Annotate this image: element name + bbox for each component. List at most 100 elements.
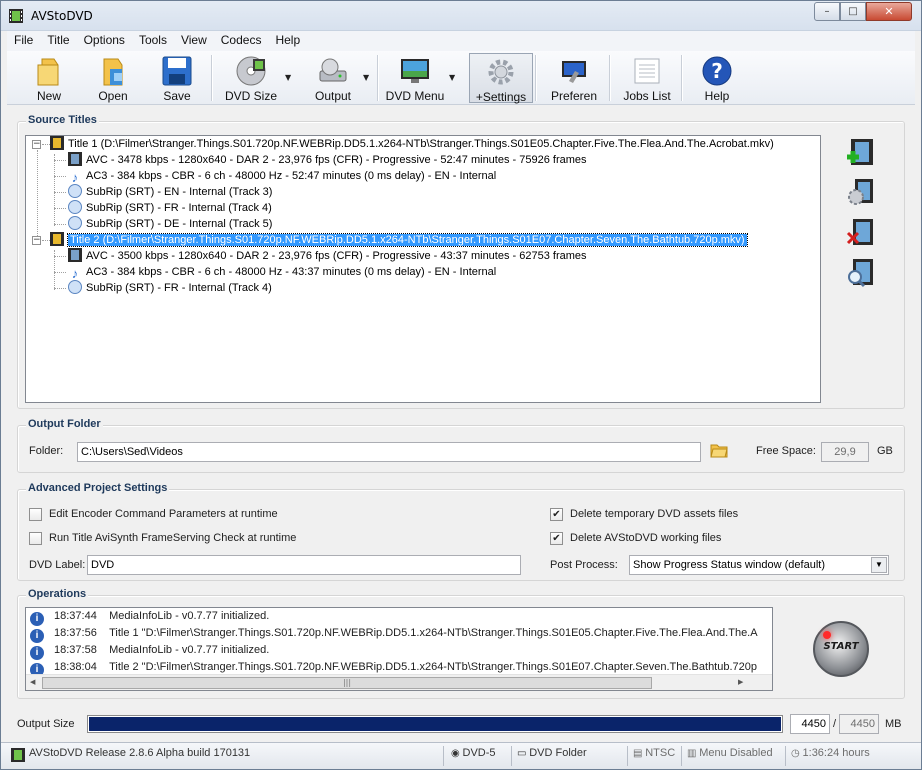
tree-item-title2[interactable]: Title 2 (D:\Filmer\Stranger.Things.S01.7… [50, 232, 748, 248]
scroll-thumb[interactable]: ||| [42, 677, 652, 689]
app-film-icon [11, 748, 25, 762]
dvd-size-dropdown-icon[interactable]: ▼ [285, 73, 291, 82]
operations-log[interactable]: i 18:37:44 MediaInfoLib - v0.7.77 initial… [25, 607, 773, 691]
toolbar-separator [211, 55, 212, 101]
toolbar-separator [377, 55, 378, 101]
tree-item-audio-track[interactable]: ♪ AC3 - 384 kbps - CBR - 6 ch - 48000 Hz … [68, 264, 496, 281]
output-size-label: Output Size [17, 718, 75, 730]
start-label: START [823, 641, 859, 652]
new-button[interactable]: New [27, 53, 71, 103]
menu-icon: ▥ [687, 748, 700, 759]
output-size-value: 4450 [790, 714, 830, 734]
video-track-icon [68, 248, 82, 262]
output-size-bar-fill [89, 717, 781, 731]
music-note-icon: ♪ [71, 266, 79, 281]
edit-encoder-checkbox[interactable] [29, 508, 42, 521]
dvd-size-button[interactable]: DVD Size [219, 53, 283, 103]
tree-item-subtitle-track[interactable]: SubRip (SRT) - FR - Internal (Track 4) [68, 200, 272, 216]
close-button[interactable]: ✕ [866, 2, 912, 21]
dvd-type-icon: ◉ [451, 748, 463, 759]
chevron-down-icon[interactable]: ▼ [871, 557, 887, 573]
toolbar: New Open Save DVD Size ▼ Output ▼ DVD Me… [7, 51, 915, 105]
gear-icon [488, 59, 514, 85]
subtitle-icon [68, 200, 82, 214]
duration-status: ◷ 1:36:24 hours [791, 747, 870, 759]
add-title-icon[interactable] [845, 137, 877, 169]
preferences-button[interactable]: Preferen [541, 53, 607, 103]
release-text: AVStoDVD Release 2.8.6 Alpha build 17013… [29, 747, 251, 759]
start-indicator-icon [823, 631, 831, 639]
menu-tools[interactable]: Tools [132, 31, 174, 49]
output-dropdown-icon[interactable]: ▼ [363, 73, 369, 82]
tv-icon: ▤ [633, 748, 646, 759]
tree-item-video-track[interactable]: AVC - 3478 kbps - 1280x640 - DAR 2 - 23,… [68, 152, 587, 168]
menu-help[interactable]: Help [268, 31, 307, 49]
menu-title[interactable]: Title [40, 31, 76, 49]
help-icon: ? [702, 56, 732, 86]
output-folder-heading: Output Folder [26, 418, 103, 430]
output-button[interactable]: Output [303, 53, 363, 103]
title-settings-gear-icon[interactable] [845, 177, 877, 209]
menu-options[interactable]: Options [77, 31, 132, 49]
output-folder-field[interactable]: C:\Users\Sed\Videos [77, 442, 701, 462]
dvd-folder-status: ▭ DVD Folder [517, 747, 587, 759]
preview-title-magnifier-icon[interactable] [845, 257, 877, 289]
folder-label: Folder: [29, 445, 64, 457]
film-icon [50, 232, 64, 246]
delete-working-checkbox[interactable]: ✔ [550, 532, 563, 545]
open-button[interactable]: Open [91, 53, 135, 103]
tree-item-audio-track[interactable]: ♪ AC3 - 384 kbps - CBR - 6 ch - 48000 Hz … [68, 168, 496, 185]
tree-item-video-track[interactable]: AVC - 3500 kbps - 1280x640 - DAR 2 - 23,… [68, 248, 587, 264]
remove-title-icon[interactable] [845, 217, 877, 249]
tree-item-subtitle-track[interactable]: SubRip (SRT) - EN - Internal (Track 3) [68, 184, 272, 200]
minimize-button[interactable]: – [814, 2, 840, 21]
info-icon: i [30, 646, 44, 660]
help-button[interactable]: ? Help [693, 53, 741, 103]
subtitle-icon [68, 216, 82, 230]
menu-bar: File Title Options Tools View Codecs Help [7, 31, 915, 51]
log-horizontal-scrollbar[interactable]: ◀ ||| ▶ [26, 674, 772, 690]
output-size-bar [87, 715, 783, 733]
title-bar[interactable]: AVStoDVD – □ ✕ [1, 1, 921, 31]
status-bar: AVStoDVD Release 2.8.6 Alpha build 17013… [1, 742, 921, 769]
video-track-icon [68, 152, 82, 166]
settings-button[interactable]: +Settings [469, 53, 533, 104]
music-note-icon: ♪ [71, 170, 79, 185]
dvd-label-field[interactable]: DVD [87, 555, 521, 575]
dvd-disc-icon [236, 56, 266, 86]
delete-temp-checkbox[interactable]: ✔ [550, 508, 563, 521]
subtitle-icon [68, 280, 82, 294]
start-button[interactable]: START [813, 621, 869, 677]
menu-view[interactable]: View [174, 31, 214, 49]
save-button[interactable]: Save [155, 53, 199, 103]
post-process-select[interactable]: Show Progress Status window (default) ▼ [629, 555, 889, 575]
tree-item-subtitle-track[interactable]: SubRip (SRT) - FR - Internal (Track 4) [68, 280, 272, 296]
browse-folder-icon[interactable] [710, 442, 728, 458]
menu-codecs[interactable]: Codecs [214, 31, 269, 49]
dvd-menu-dropdown-icon[interactable]: ▼ [449, 73, 455, 82]
title2-collapse-toggle[interactable]: − [32, 236, 41, 245]
tree-item-subtitle-track[interactable]: SubRip (SRT) - DE - Internal (Track 5) [68, 216, 272, 232]
info-icon: i [30, 612, 44, 626]
jobs-list-button[interactable]: Jobs List [615, 53, 679, 103]
post-process-label: Post Process: [550, 559, 618, 571]
tree-item-title1[interactable]: Title 1 (D:\Filmer\Stranger.Things.S01.7… [50, 136, 774, 152]
menu-status: ▥ Menu Disabled [687, 747, 773, 759]
toolbar-separator [609, 55, 610, 101]
title1-collapse-toggle[interactable]: − [32, 140, 41, 149]
info-icon: i [30, 629, 44, 643]
log-row: i 18:37:44 MediaInfoLib - v0.7.77 initial… [30, 608, 269, 626]
output-size-separator: / [833, 718, 837, 730]
scroll-left-icon[interactable]: ◀ [30, 678, 35, 686]
operations-heading: Operations [26, 588, 89, 600]
dvd-menu-button[interactable]: DVD Menu [383, 53, 447, 103]
log-row: i 18:37:56 Title 1 "D:\Filmer\Stranger.Th… [30, 625, 758, 643]
source-titles-tree[interactable]: − − Title 1 (D:\Filmer\Stranger.Things.S… [25, 135, 821, 403]
clock-icon: ◷ [791, 748, 803, 759]
run-avisynth-label: Run Title AviSynth FrameServing Check at… [49, 532, 297, 544]
menu-file[interactable]: File [7, 31, 40, 49]
scroll-right-icon[interactable]: ▶ [738, 678, 743, 686]
output-size-total: 4450 [839, 714, 879, 734]
maximize-button[interactable]: □ [840, 2, 866, 21]
run-avisynth-checkbox[interactable] [29, 532, 42, 545]
